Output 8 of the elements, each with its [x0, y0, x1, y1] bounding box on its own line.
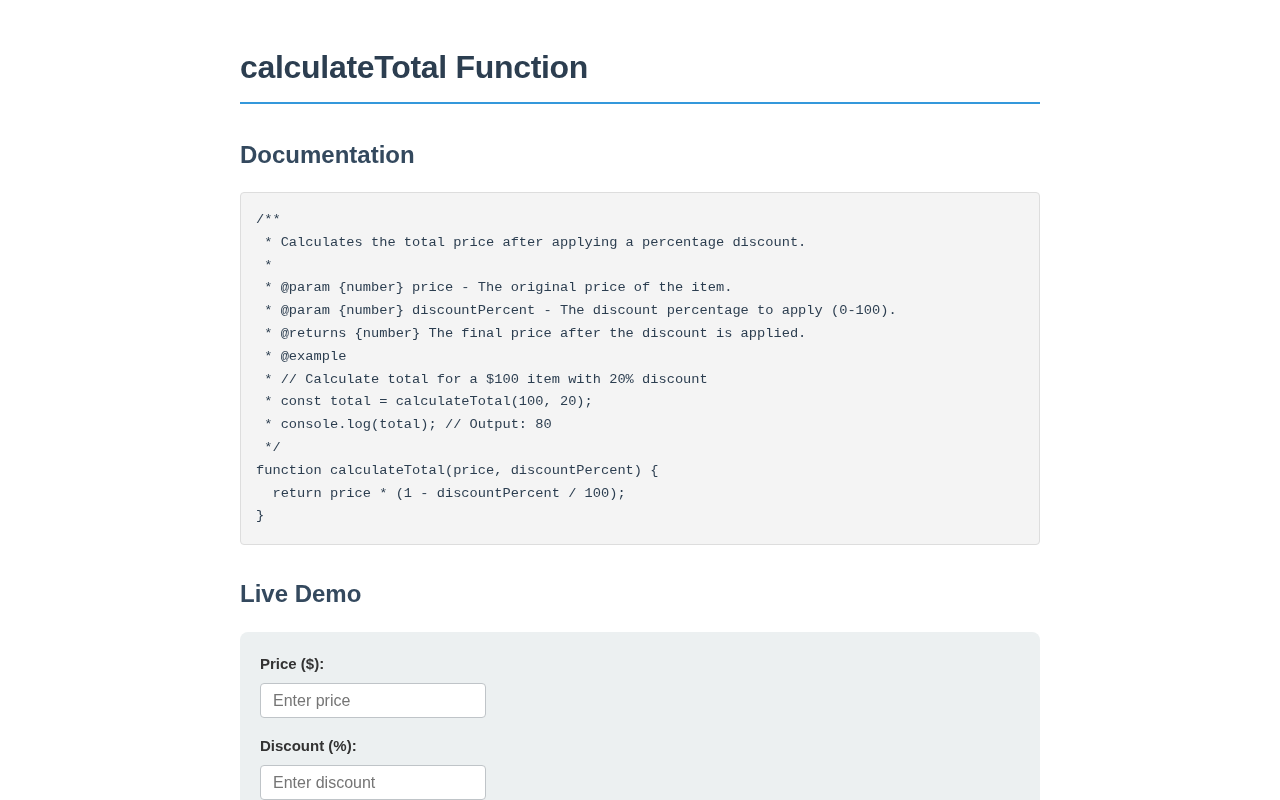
field-label: Discount (%): [260, 736, 357, 757]
input-field[interactable]: Enter price [260, 683, 486, 719]
input-field[interactable]: Enter discount [260, 765, 486, 800]
field-label: Price ($): [260, 654, 325, 675]
section-heading: Documentation [240, 140, 415, 169]
code-block: /** * Calculates the total price after applying a percentage discount. * * @param {number} price - The original price of the item. * @param {number} discountPercent - The discount percentage to apply (0-100). * @returns {number} The final price after the discount is applied. * @example * // Calculate total for a $100 item with 20% discount * const total = calculateTotal(100, 20); * console.log(total); // Output: 80 */ function calculateTotal(price, discountPercent) { return price * (1 - discountPercent / 100); } [240, 192, 1040, 546]
page-title: calculateTotal Function [240, 48, 590, 86]
section-heading: Live Demo [240, 579, 362, 609]
